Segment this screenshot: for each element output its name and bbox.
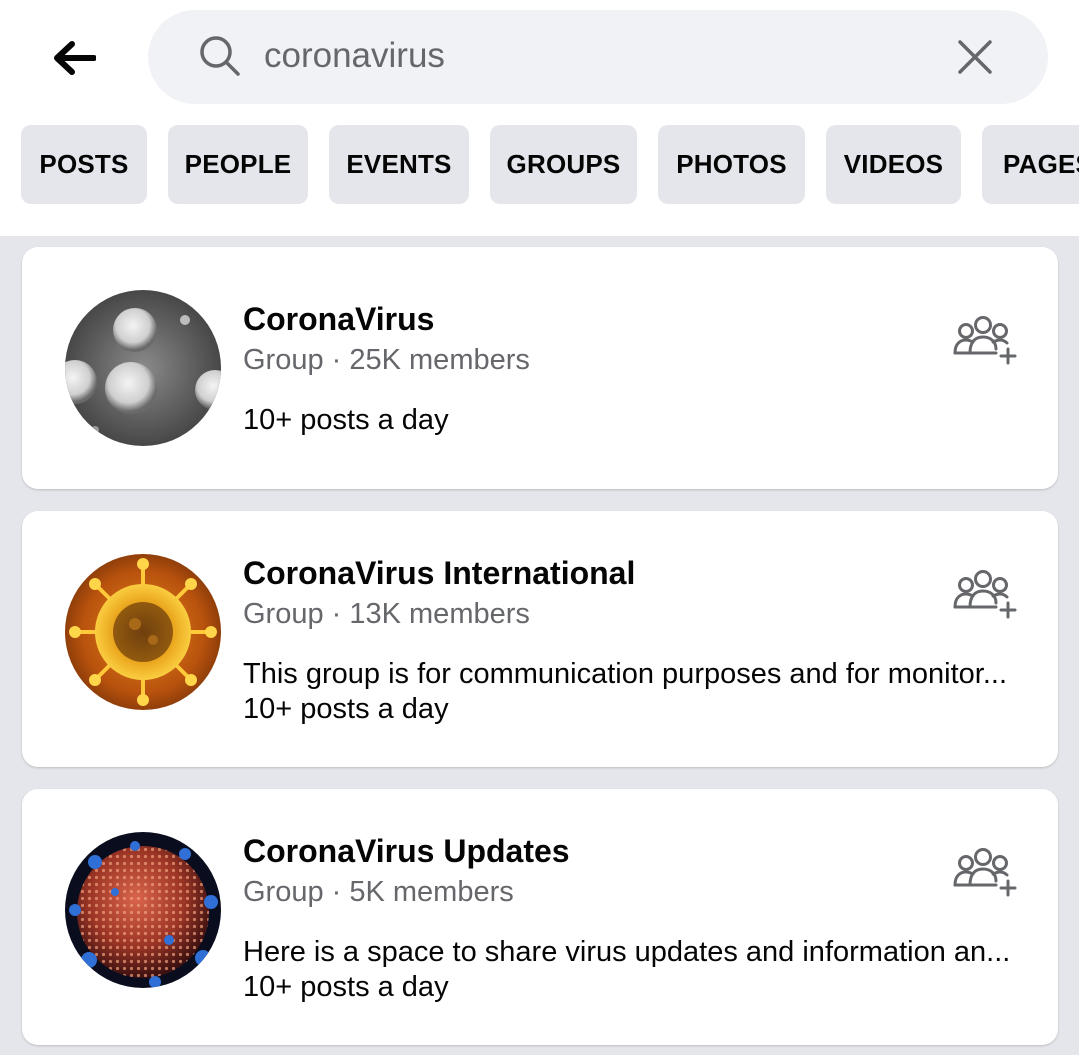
group-meta: Group · 5K members	[243, 876, 514, 908]
group-result-card[interactable]: CoronaVirus Updates Group · 5K members H…	[22, 789, 1058, 1045]
group-name[interactable]: CoronaVirus Updates	[243, 831, 570, 871]
group-activity: 10+ posts a day	[243, 693, 449, 725]
group-description: This group is for communication purposes…	[243, 658, 1008, 690]
join-group-icon[interactable]	[950, 313, 1020, 373]
search-query[interactable]: coronavirus	[264, 34, 445, 78]
group-avatar	[65, 554, 221, 710]
group-activity: 10+ posts a day	[243, 404, 449, 436]
group-description: Here is a space to share virus updates a…	[243, 936, 1011, 968]
search-header: coronavirus POSTS PEOPLE EVENTS GROUPS P…	[0, 0, 1079, 236]
group-avatar	[65, 290, 221, 446]
group-avatar	[65, 832, 221, 988]
group-meta: Group · 13K members	[243, 598, 530, 630]
tab-events[interactable]: EVENTS	[329, 125, 469, 204]
group-name[interactable]: CoronaVirus International	[243, 553, 635, 593]
tab-photos[interactable]: PHOTOS	[658, 125, 805, 204]
group-result-card[interactable]: CoronaVirus International Group · 13K me…	[22, 511, 1058, 767]
group-meta: Group · 25K members	[243, 344, 530, 376]
group-name[interactable]: CoronaVirus	[243, 299, 434, 339]
filter-tabs: POSTS PEOPLE EVENTS GROUPS PHOTOS VIDEOS…	[0, 125, 1079, 204]
group-activity: 10+ posts a day	[243, 971, 449, 1003]
back-button[interactable]	[44, 30, 104, 86]
tab-videos[interactable]: VIDEOS	[826, 125, 961, 204]
search-icon	[200, 36, 240, 76]
tab-posts[interactable]: POSTS	[21, 125, 147, 204]
close-icon[interactable]	[954, 36, 996, 78]
tab-people[interactable]: PEOPLE	[168, 125, 308, 204]
tab-groups[interactable]: GROUPS	[490, 125, 637, 204]
back-arrow-icon	[54, 41, 96, 75]
join-group-icon[interactable]	[950, 567, 1020, 627]
join-group-icon[interactable]	[950, 845, 1020, 905]
tab-pages[interactable]: PAGES	[982, 125, 1079, 204]
group-result-card[interactable]: CoronaVirus Group · 25K members 10+ post…	[22, 247, 1058, 489]
